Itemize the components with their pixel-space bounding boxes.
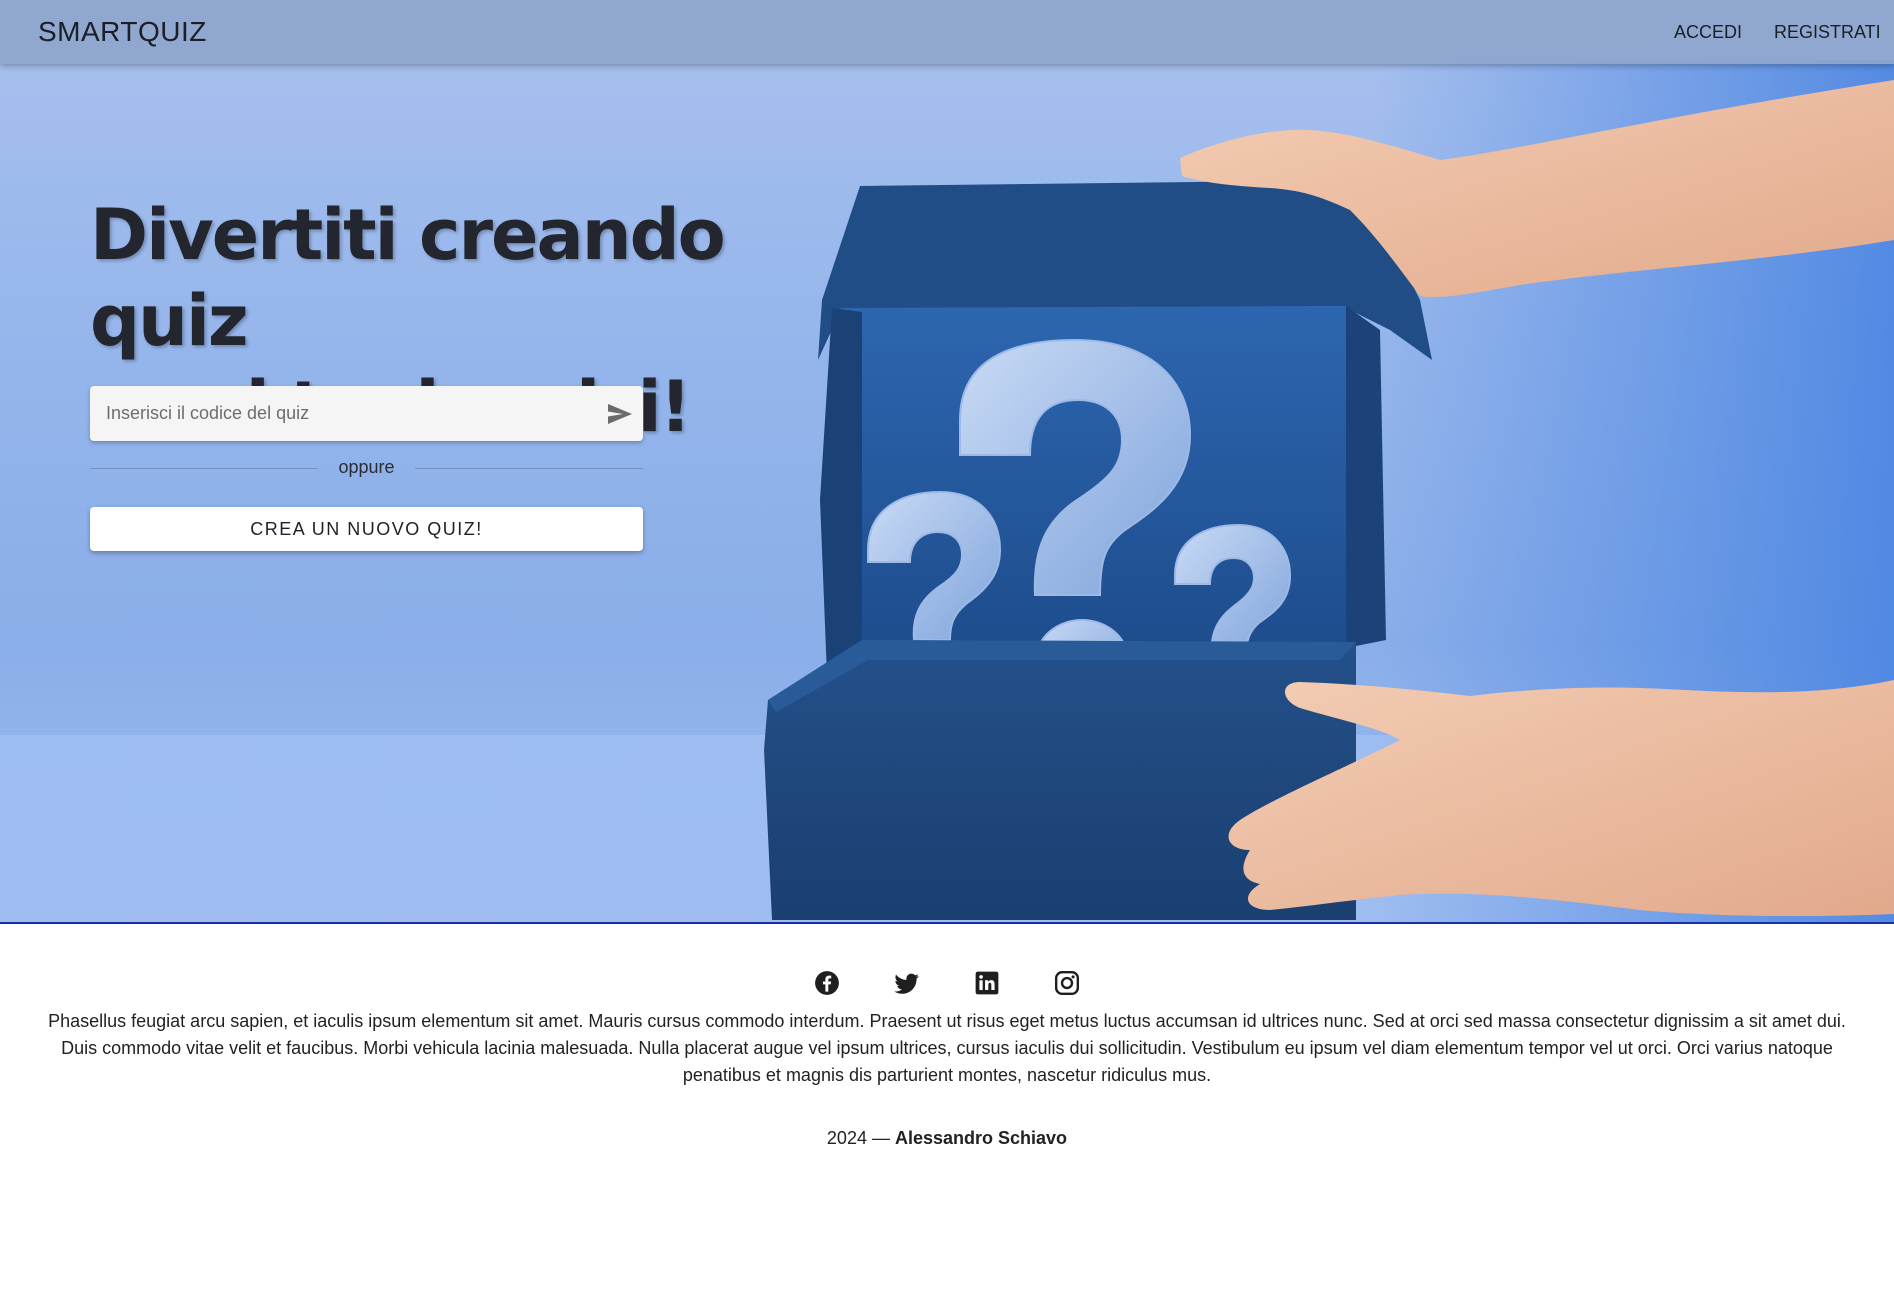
copyright-author: Alessandro Schiavo xyxy=(894,1128,1068,1148)
register-link[interactable]: REGISTRATI xyxy=(1774,22,1881,43)
or-divider: oppure xyxy=(90,456,643,480)
headline-line-1: Divertiti creando quiz xyxy=(90,194,726,362)
quiz-code-field xyxy=(90,386,643,441)
divider-line-right xyxy=(415,468,643,469)
page-footer: Phasellus feugiat arcu sapien, et iaculi… xyxy=(0,926,1894,1316)
box-right-side xyxy=(1346,306,1386,648)
footer-description: Phasellus feugiat arcu sapien, et iaculi… xyxy=(48,1011,1846,1085)
instagram-icon[interactable] xyxy=(1054,970,1080,996)
top-navbar: SMARTQUIZ ACCEDI REGISTRATI xyxy=(0,0,1894,64)
copyright-year: 2024 — xyxy=(826,1128,890,1148)
hand-bottom xyxy=(1228,680,1894,917)
login-link[interactable]: ACCEDI xyxy=(1674,22,1742,43)
send-icon[interactable] xyxy=(606,402,634,426)
quiz-code-input[interactable] xyxy=(90,386,590,441)
brand-logo[interactable]: SMARTQUIZ xyxy=(38,16,207,48)
footer-copyright: 2024 — Alessandro Schiavo xyxy=(0,1128,1894,1149)
facebook-icon[interactable] xyxy=(814,970,840,996)
linkedin-icon[interactable] xyxy=(974,970,1000,996)
create-quiz-button[interactable]: CREA UN NUOVO QUIZ! xyxy=(90,507,643,551)
twitter-icon[interactable] xyxy=(894,970,920,996)
